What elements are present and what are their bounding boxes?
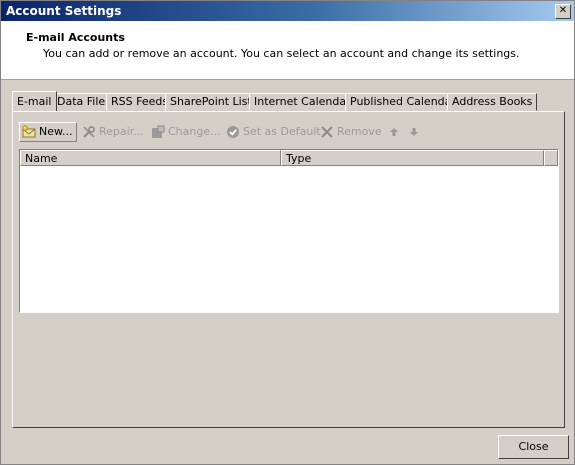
repair-button[interactable]: Repair... xyxy=(82,122,144,142)
column-header-type[interactable]: Type xyxy=(281,150,544,166)
arrow-down-icon xyxy=(407,125,421,139)
tab-email[interactable]: E-mail xyxy=(12,91,57,111)
window-close-button[interactable]: ✕ xyxy=(555,4,571,19)
new-account-button[interactable]: New... xyxy=(19,122,78,142)
account-list[interactable]: Name Type xyxy=(19,149,559,313)
account-toolbar: New... Repair... Change... Set as Defaul… xyxy=(19,122,549,144)
remove-x-icon xyxy=(320,125,334,139)
checkmark-icon xyxy=(226,125,240,139)
arrow-up-icon xyxy=(387,125,401,139)
tab-rss-feeds[interactable]: RSS Feeds xyxy=(106,93,174,111)
remove-button[interactable]: Remove xyxy=(320,122,382,142)
column-header-filler xyxy=(544,150,558,166)
move-up-button[interactable] xyxy=(387,122,404,142)
column-header-name[interactable]: Name xyxy=(20,150,281,166)
account-settings-dialog: Account Settings ✕ E-mail Accounts You c… xyxy=(0,0,575,465)
set-as-default-button[interactable]: Set as Default xyxy=(226,122,321,142)
close-button[interactable]: Close xyxy=(498,435,569,459)
change-label: Change... xyxy=(168,125,221,138)
tab-address-books[interactable]: Address Books xyxy=(447,93,538,111)
new-mail-icon xyxy=(22,125,36,139)
move-down-button[interactable] xyxy=(407,122,424,142)
repair-label: Repair... xyxy=(99,125,144,138)
header-description: You can add or remove an account. You ca… xyxy=(43,47,520,60)
tab-sharepoint-lists[interactable]: SharePoint Lists xyxy=(165,93,263,111)
set-as-default-label: Set as Default xyxy=(243,125,321,138)
new-account-label: New... xyxy=(39,125,73,138)
remove-label: Remove xyxy=(337,125,382,138)
change-button[interactable]: Change... xyxy=(151,122,221,142)
email-tab-panel: New... Repair... Change... Set as Defaul… xyxy=(12,111,565,428)
wrench-icon xyxy=(82,125,96,139)
title-bar[interactable]: Account Settings ✕ xyxy=(1,1,574,21)
dialog-header: E-mail Accounts You can add or remove an… xyxy=(1,21,574,80)
header-title: E-mail Accounts xyxy=(26,31,125,44)
change-icon xyxy=(151,125,165,139)
window-title: Account Settings xyxy=(6,4,122,18)
